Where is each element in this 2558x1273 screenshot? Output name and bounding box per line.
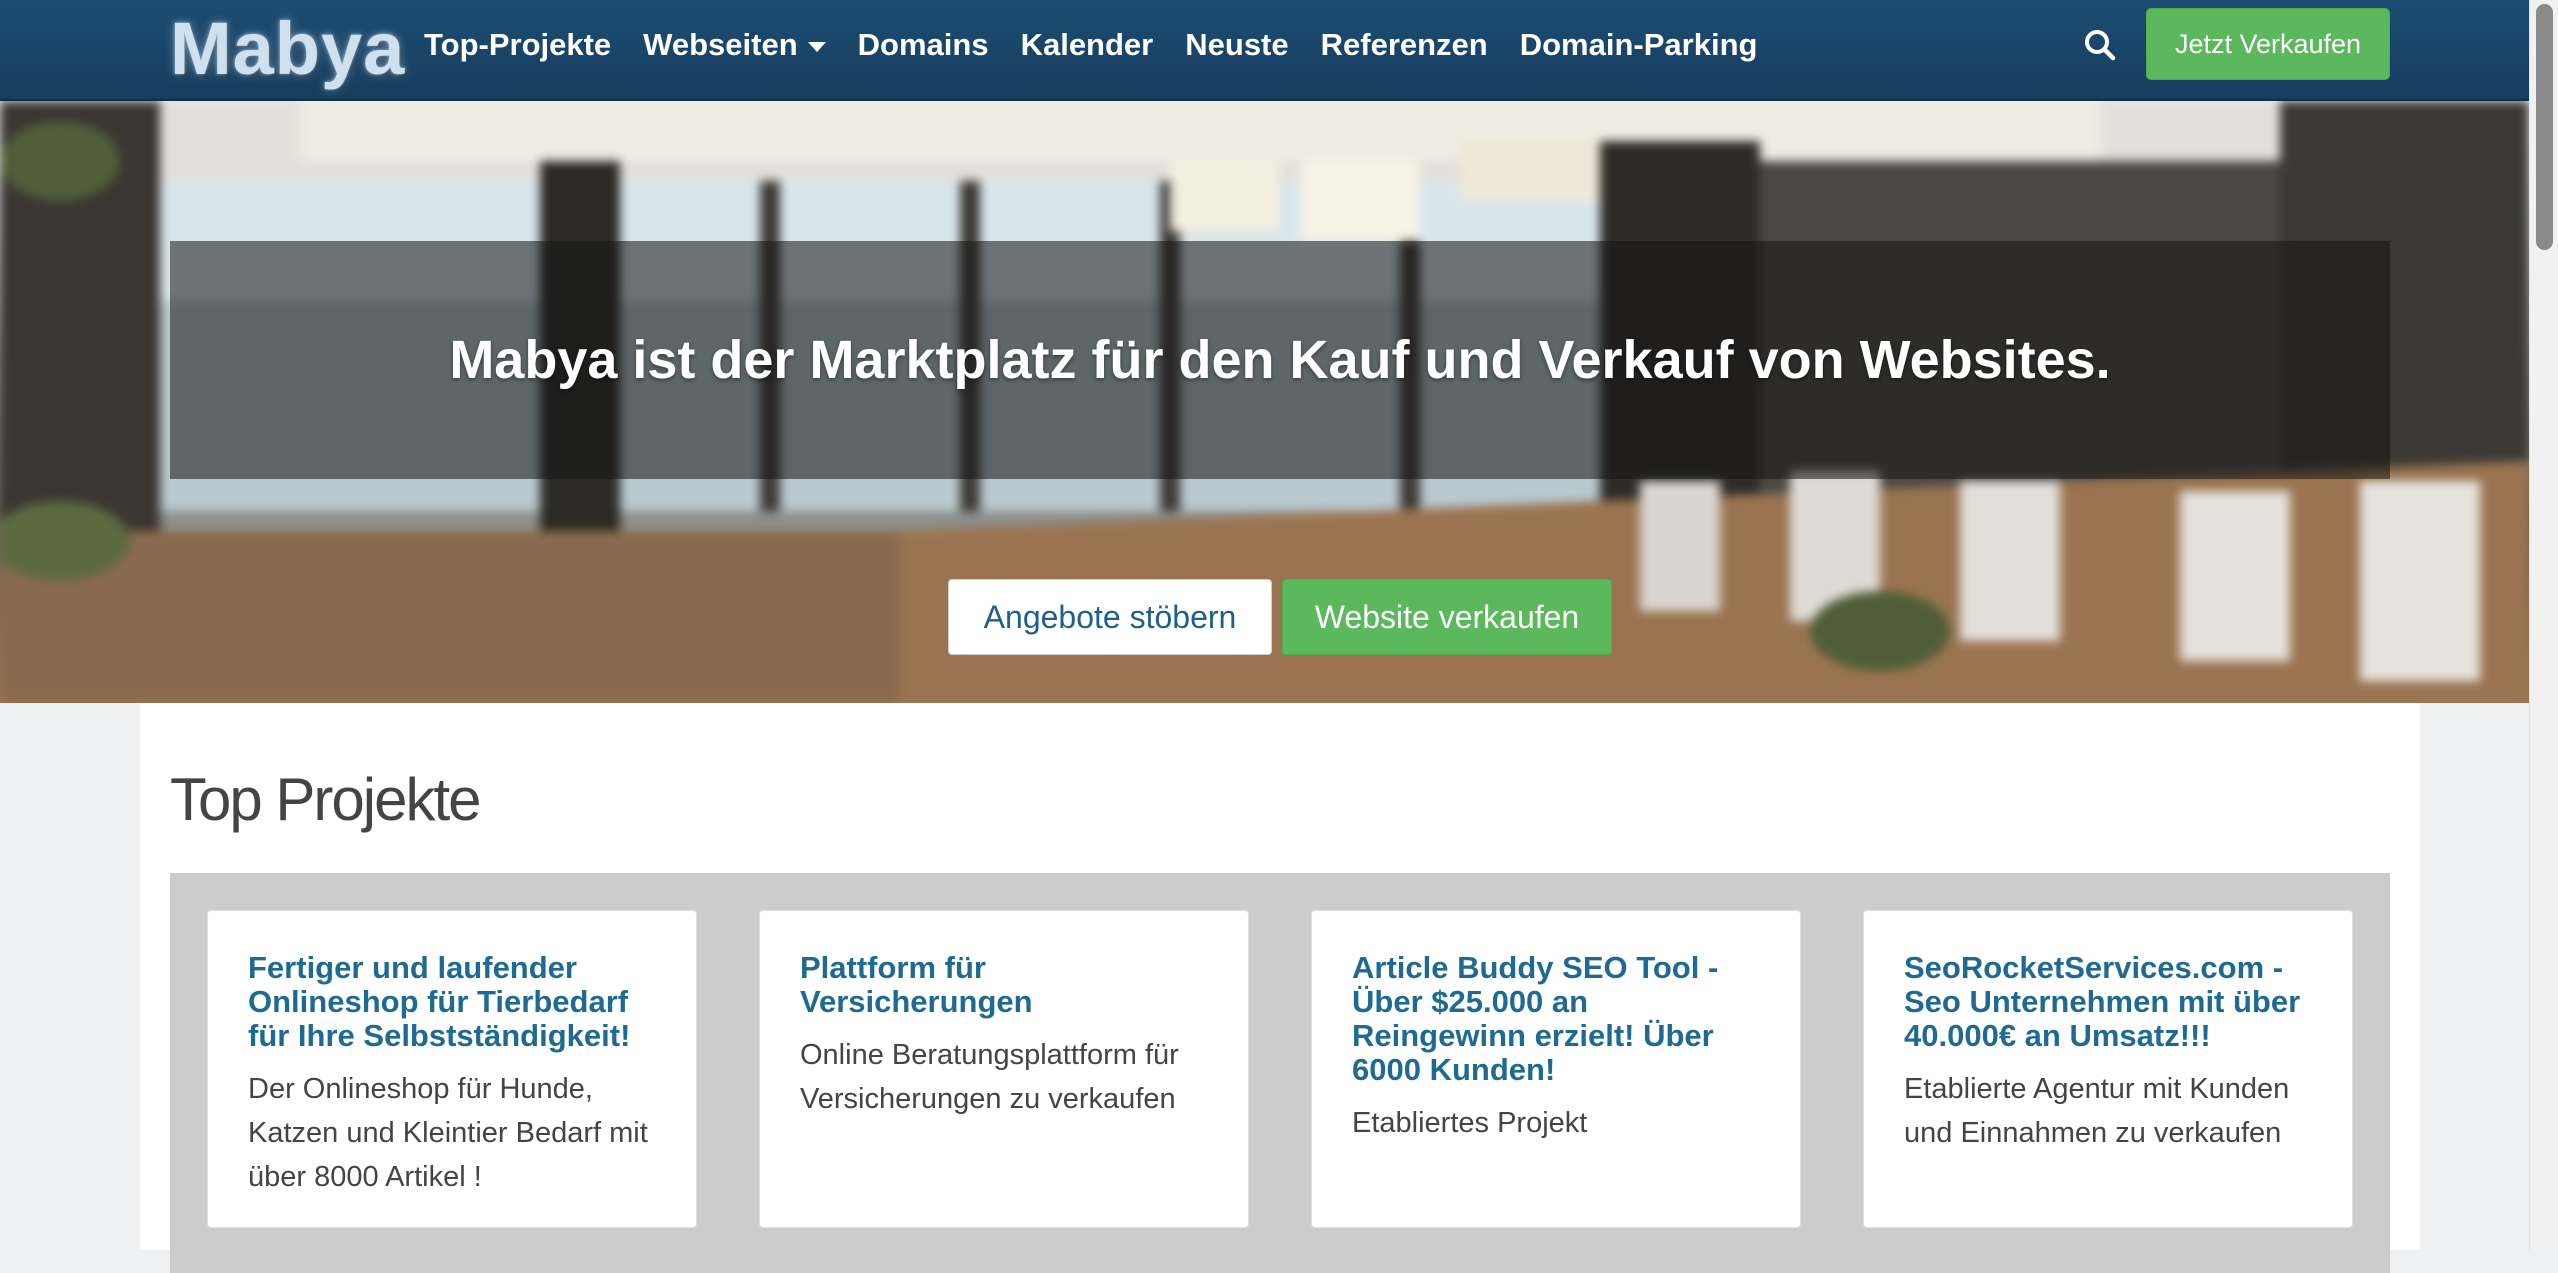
project-card-description: Etabliertes Projekt	[1352, 1107, 1588, 1139]
caret-down-icon	[807, 42, 826, 52]
scrollbar-thumb[interactable]	[2536, 4, 2553, 250]
project-card-description: Online Beratungsplattform für Versicheru…	[800, 1039, 1179, 1115]
page-scrollbar[interactable]	[2529, 0, 2558, 1250]
project-card-description: Der Onlineshop für Hunde, Katzen und Kle…	[248, 1073, 648, 1193]
nav-link-kalender[interactable]: Kalender	[1021, 27, 1154, 63]
nav-link-label: Domains	[857, 27, 989, 62]
nav-link-label: Webseiten	[643, 27, 798, 62]
main-content: Top Projekte Fertiger und laufender Onli…	[140, 703, 2420, 1273]
project-card[interactable]: Fertiger und laufender Onlineshop für Ti…	[207, 910, 697, 1228]
nav-link-label: Referenzen	[1320, 27, 1488, 62]
top-projects-heading: Top Projekte	[170, 766, 482, 833]
project-card[interactable]: Article Buddy SEO Tool - Über $25.000 an…	[1311, 910, 1801, 1228]
hero-banner: Mabya ist der Marktplatz für den Kauf un…	[170, 241, 2390, 479]
project-card-description: Etablierte Agentur mit Kunden und Einnah…	[1904, 1073, 2290, 1149]
project-card-title[interactable]: Plattform für Versicherungen	[800, 951, 1208, 1019]
main-nav: Top-Projekte Webseiten Domains Kalender …	[424, 0, 1789, 90]
nav-link-domains[interactable]: Domains	[858, 27, 989, 63]
hero-title: Mabya ist der Marktplatz für den Kauf un…	[449, 330, 2111, 390]
nav-link-label: Neuste	[1185, 27, 1289, 62]
top-navbar: Mabya Top-Projekte Webseiten Domains Kal…	[0, 0, 2529, 101]
search-icon	[2085, 30, 2116, 61]
nav-link-label: Kalender	[1020, 27, 1154, 62]
nav-link-top-projekte[interactable]: Top-Projekte	[424, 27, 611, 63]
project-card-title[interactable]: Fertiger und laufender Onlineshop für Ti…	[248, 951, 656, 1053]
nav-link-neuste[interactable]: Neuste	[1185, 27, 1288, 63]
nav-link-label: Top-Projekte	[424, 27, 612, 62]
jetzt-verkaufen-button[interactable]: Jetzt Verkaufen	[2146, 8, 2390, 80]
nav-link-domain-parking[interactable]: Domain-Parking	[1520, 27, 1758, 63]
nav-link-webseiten[interactable]: Webseiten	[643, 27, 826, 63]
project-card[interactable]: Plattform für Versicherungen Online Bera…	[759, 910, 1249, 1228]
project-card-title[interactable]: Article Buddy SEO Tool - Über $25.000 an…	[1352, 951, 1760, 1087]
site-logo[interactable]: Mabya	[170, 6, 405, 90]
top-projects-list: Fertiger und laufender Onlineshop für Ti…	[170, 873, 2390, 1273]
sell-website-button[interactable]: Website verkaufen	[1282, 579, 1612, 655]
project-card[interactable]: SeoRocketServices.com - Seo Unternehmen …	[1863, 910, 2353, 1228]
hero-section: Mabya ist der Marktplatz für den Kauf un…	[0, 101, 2529, 703]
browse-offers-button[interactable]: Angebote stöbern	[948, 579, 1272, 655]
nav-link-label: Domain-Parking	[1519, 27, 1758, 62]
project-card-title[interactable]: SeoRocketServices.com - Seo Unternehmen …	[1904, 951, 2312, 1053]
nav-link-referenzen[interactable]: Referenzen	[1321, 27, 1488, 63]
search-button[interactable]	[2080, 25, 2120, 65]
